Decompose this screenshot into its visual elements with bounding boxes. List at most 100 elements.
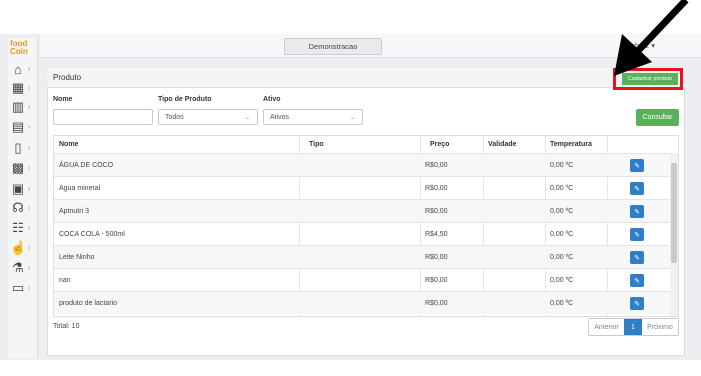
environment-button[interactable]: Demonstracao xyxy=(284,38,382,55)
cell-type xyxy=(299,223,420,246)
column-header-type[interactable]: Tipo xyxy=(304,136,425,153)
hand-icon: ☝ xyxy=(10,240,27,255)
cell-validity xyxy=(483,269,545,292)
sidebar-item-4[interactable]: ▯ › xyxy=(10,139,40,157)
page-1-button[interactable]: 1 xyxy=(624,319,642,335)
cell-price: R$4,50 xyxy=(425,231,448,238)
page-title: Produto xyxy=(53,73,82,82)
cell-name: Leite Ninho xyxy=(59,254,95,261)
building-icon: ▥ xyxy=(11,99,25,114)
name-filter-label: Nome xyxy=(53,96,73,103)
sidebar-item-8[interactable]: ☷ › xyxy=(10,219,40,237)
edit-icon[interactable]: ✎ xyxy=(630,274,644,287)
report-icon: ▩ xyxy=(11,160,25,175)
sidebar-item-10[interactable]: ⚗ › xyxy=(10,259,40,277)
chevron-right-icon: › xyxy=(28,244,31,252)
chevron-right-icon: › xyxy=(28,224,31,232)
cell-temperature: 0,00 ºC xyxy=(550,254,574,261)
cell-price: R$0,00 xyxy=(425,254,448,261)
cell-name: ÁGUA DE COCO xyxy=(59,162,114,169)
cell-temperature: 0,00 ºC xyxy=(550,300,574,307)
sidebar-item-9[interactable]: ☝ › xyxy=(10,239,40,257)
cell-type xyxy=(299,269,420,292)
table-row: Agua mineral R$0,00 0,00 ºC ✎ xyxy=(54,176,678,200)
edit-icon[interactable]: ✎ xyxy=(630,182,644,195)
sidebar-item-11[interactable]: ▭ › xyxy=(10,279,40,297)
type-filter-value: Todos xyxy=(165,113,184,121)
cell-temperature: 0,00 ºC xyxy=(550,185,574,192)
logo-text-bottom: Coin xyxy=(10,47,28,56)
cell-price: R$0,00 xyxy=(425,162,448,169)
cell-price: R$0,00 xyxy=(425,185,448,192)
chevron-right-icon: › xyxy=(28,264,31,272)
table-row: produto de lactario R$0,00 0,00 ºC ✎ xyxy=(54,291,678,315)
cell-validity xyxy=(483,246,545,269)
cell-validity xyxy=(483,154,545,177)
chevron-down-icon: ⌄ xyxy=(244,115,250,121)
sidebar-item-2[interactable]: ▥ › xyxy=(10,98,40,116)
document-icon: ▯ xyxy=(14,140,22,155)
app-logo[interactable]: food Coin xyxy=(10,40,36,56)
cell-name: COCA COLA - 500ml xyxy=(59,231,125,238)
edit-icon[interactable]: ✎ xyxy=(630,159,644,172)
cell-name: produto de lactario xyxy=(59,300,117,307)
sidebar-item-3[interactable]: ▤ › xyxy=(10,118,40,136)
column-header-temperature[interactable]: Temperatura xyxy=(545,136,607,153)
search-button[interactable]: Consultar xyxy=(636,109,679,126)
cell-type xyxy=(299,154,420,177)
edit-icon[interactable]: ✎ xyxy=(630,205,644,218)
cell-price: R$0,00 xyxy=(425,300,448,307)
sidebar-item-6[interactable]: ▣ › xyxy=(10,180,40,198)
chevron-down-icon: ⌄ xyxy=(349,115,355,121)
column-header-validity[interactable]: Validade xyxy=(483,136,545,153)
type-filter-select[interactable]: Todos ⌄ xyxy=(158,109,258,125)
monitor-icon: ▭ xyxy=(11,280,25,295)
cell-type xyxy=(299,177,420,200)
cell-name: nan xyxy=(59,277,71,284)
table-row: Aptnutri 3 R$0,00 0,00 ºC ✎ xyxy=(54,199,678,223)
sidebar-item-5[interactable]: ▩ › xyxy=(10,159,40,177)
grid-icon: ▦ xyxy=(11,80,25,95)
total-count: Total: 10 xyxy=(53,323,80,330)
sidebar-item-7[interactable]: ☊ › xyxy=(10,199,40,217)
type-filter-label: Tipo de Produto xyxy=(158,96,212,103)
column-header-name[interactable]: Nome xyxy=(54,136,304,153)
edit-icon[interactable]: ✎ xyxy=(630,228,644,241)
sidebar-item-1[interactable]: ▦ › xyxy=(10,79,40,97)
edit-icon[interactable]: ✎ xyxy=(630,297,644,310)
store-icon: ▤ xyxy=(11,119,25,134)
scrollbar-thumb[interactable] xyxy=(671,163,677,263)
sidebar-item-0[interactable]: ⌂ › xyxy=(10,60,40,78)
flask-icon: ⚗ xyxy=(12,260,24,275)
cell-validity xyxy=(483,223,545,246)
chevron-right-icon: › xyxy=(28,84,31,92)
chevron-right-icon: › xyxy=(28,185,31,193)
cell-name: Agua mineral xyxy=(59,185,101,192)
cell-type xyxy=(299,246,420,269)
cell-temperature: 0,00 ºC xyxy=(550,277,574,284)
cell-validity xyxy=(483,200,545,223)
chevron-right-icon: › xyxy=(28,65,31,73)
prev-page-button[interactable]: Anterior xyxy=(589,319,624,335)
cell-temperature: 0,00 ºC xyxy=(550,162,574,169)
pagination: Anterior 1 Próximo xyxy=(588,318,679,336)
next-page-button[interactable]: Próximo xyxy=(642,319,678,335)
chevron-right-icon: › xyxy=(28,144,31,152)
name-filter-input[interactable] xyxy=(53,109,153,125)
column-header-price[interactable]: Preço xyxy=(425,136,483,153)
active-filter-value: Ativos xyxy=(270,113,290,121)
cell-temperature: 0,00 ºC xyxy=(550,208,574,215)
cell-name: Aptnutri 3 xyxy=(59,208,89,215)
cell-type xyxy=(299,200,420,223)
home-icon: ⌂ xyxy=(14,61,22,77)
cell-price: R$0,00 xyxy=(425,277,448,284)
table-row: nan R$0,00 0,00 ºC ✎ xyxy=(54,268,678,292)
chevron-right-icon: › xyxy=(28,164,31,172)
cell-type xyxy=(299,292,420,315)
cell-validity xyxy=(483,177,545,200)
product-table: Nome Tipo Preço Validade Temperatura ÁGU… xyxy=(53,135,679,317)
active-filter-select[interactable]: Ativos ⌄ xyxy=(263,109,363,125)
cell-validity xyxy=(483,292,545,315)
edit-icon[interactable]: ✎ xyxy=(630,251,644,264)
table-row: COCA COLA - 500ml R$4,50 0,00 ºC ✎ xyxy=(54,222,678,246)
